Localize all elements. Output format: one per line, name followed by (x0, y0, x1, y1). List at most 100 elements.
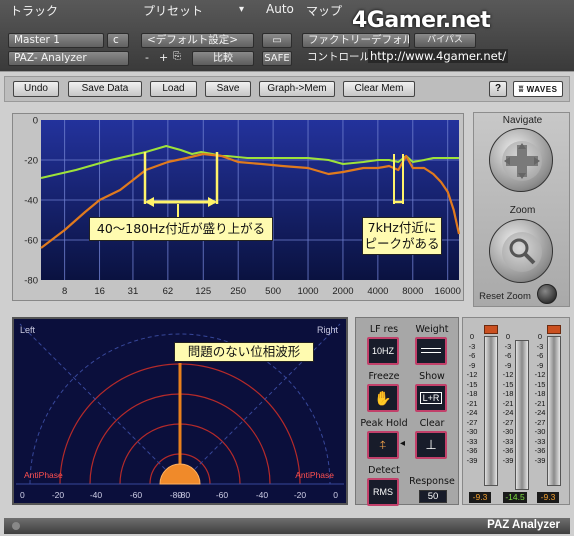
preset-menu-icon[interactable]: ▾ (239, 4, 244, 15)
clear-mem-button[interactable]: Clear Mem (343, 81, 415, 97)
antiphase-right-label: AntiPhase (295, 470, 334, 480)
phase-tick-label: 0 (20, 490, 25, 500)
phase-tick-label: -80 (178, 490, 191, 500)
freeze-label: Freeze (368, 371, 400, 382)
left-level-readout: -9.3 (469, 492, 491, 503)
phase-tick-label: -20 (294, 490, 307, 500)
phase-tick-label: -40 (90, 490, 103, 500)
x-tick-label: 16000 (435, 286, 461, 297)
show-label: Show (419, 371, 445, 382)
right-level-readout: -9.3 (537, 492, 559, 503)
save-button[interactable]: Save (205, 81, 251, 97)
reset-zoom-button[interactable] (537, 284, 557, 304)
load-button[interactable]: Load (150, 81, 197, 97)
right-peak-indicator (547, 325, 561, 334)
navigate-cross-icon (502, 141, 542, 181)
navigate-label: Navigate (502, 115, 543, 126)
meter-scale-tick: -21 (466, 398, 478, 408)
meter-scale-tick: -30 (466, 427, 478, 436)
x-tick-label: 62 (163, 286, 174, 297)
navigate-knob[interactable] (489, 128, 553, 192)
weight-label: Weight (415, 324, 449, 335)
plugin-title: PAZ Analyzer (487, 519, 560, 531)
meter-scale-tick: -12 (466, 370, 478, 379)
meter-scale-tick: -9 (536, 360, 544, 370)
preset-select[interactable]: <デフォルト設定> (141, 33, 254, 48)
frequency-graph[interactable]: 0 -20 -40 -60 -80 8 16 31 62 125 250 500 1000 2000 400… (13, 114, 465, 302)
center-level-readout: -14.5 (503, 492, 527, 503)
peak-hold-label: Peak Hold (360, 418, 408, 429)
zoom-knob[interactable] (489, 219, 553, 283)
watermark-logo: 4Gamer.net (352, 8, 491, 33)
meter-scale-tick: -36 (534, 446, 546, 455)
track-label: トラック (10, 4, 59, 18)
left-meter (484, 336, 498, 486)
left-peak-indicator (484, 325, 498, 334)
preset-prev-button[interactable]: - (145, 51, 149, 64)
x-tick-label: 31 (128, 286, 139, 297)
preset-copy-icon[interactable]: ⎘ (173, 51, 181, 62)
compare-button[interactable]: 比較 (192, 51, 254, 66)
meter-scale-tick: -18 (466, 389, 478, 398)
clear-label: Clear (419, 418, 445, 429)
track-select[interactable]: Master 1 (8, 33, 104, 48)
automation-icon[interactable]: ▭ (262, 33, 292, 48)
meter-scale-tick: -24 (502, 408, 514, 417)
factory-default-select[interactable]: ファクトリーデフォルト (302, 33, 410, 48)
response-field[interactable]: 50 (419, 490, 447, 503)
reset-zoom-label: Reset Zoom (479, 291, 531, 302)
lf-res-button[interactable]: 10HZ (367, 337, 399, 365)
antiphase-left-label: AntiPhase (24, 470, 63, 480)
weight-button[interactable] (415, 337, 447, 365)
magnifier-icon (502, 232, 542, 272)
help-button[interactable]: ? (489, 81, 507, 97)
bypass-button[interactable]: バイパス (414, 33, 476, 48)
waves-logo: ʬ WAVES (513, 81, 563, 97)
plugin-select[interactable]: PAZ- Analyzer (8, 51, 129, 66)
meter-scale-tick: -24 (534, 408, 546, 417)
x-tick-label: 4000 (367, 286, 388, 297)
meter-scale-tick: -33 (534, 436, 546, 446)
plugin-select-value: PAZ- Analyzer (14, 52, 87, 64)
meter-scale-tick: -9 (468, 360, 476, 370)
factory-default-value: ファクトリーデフォルト (308, 34, 409, 46)
track-channel-select[interactable]: c (107, 33, 129, 48)
weight-flat-icon (421, 348, 441, 353)
show-button[interactable]: L+R (415, 384, 447, 412)
undo-button[interactable]: Undo (13, 81, 59, 97)
phase-tick-label: -20 (52, 490, 65, 500)
paz-analyzer-plugin: Undo Save Data Load Save Graph->Mem Clea… (0, 71, 574, 536)
phase-center-blob (159, 463, 201, 485)
waves-brand-text: WAVES (526, 85, 558, 94)
left-axis-line (19, 323, 181, 485)
meter-scale-tick: -39 (502, 455, 514, 465)
right-meter (547, 336, 561, 486)
lf-res-label: LF res (369, 324, 399, 335)
map-label: マップ (306, 4, 343, 18)
phase-tick-label: -60 (216, 490, 229, 500)
x-tick-label: 125 (195, 286, 211, 297)
save-data-button[interactable]: Save Data (68, 81, 142, 97)
meter-scale-tick: 0 (505, 332, 511, 341)
clear-button[interactable]: ⊥ (415, 431, 447, 459)
peak-hold-button[interactable]: ⍏ (367, 431, 399, 459)
meter-scale-tick: -9 (504, 360, 512, 370)
graph-to-mem-button[interactable]: Graph->Mem (259, 81, 335, 97)
host-control-bar: トラック プリセット ▾ Auto マップ Master 1 c PAZ- An… (0, 0, 574, 71)
preset-next-button[interactable]: + (159, 51, 168, 64)
hand-icon: ✋ (374, 390, 392, 406)
freeze-button[interactable]: ✋ (367, 384, 399, 412)
phase-right-label: Right (317, 325, 339, 335)
meter-scale-tick: -33 (502, 436, 514, 446)
detect-button[interactable]: RMS (367, 478, 399, 506)
x-tick-label: 1000 (297, 286, 318, 297)
safe-button[interactable]: SAFE (262, 51, 292, 66)
peak-hold-arrow-icon: ◂ (400, 438, 406, 449)
phase-tick-label: 0 (333, 490, 338, 500)
meter-scale-right: 0 -3 -6 -9 -12 -15 -18 -21 -24 -27 -30 -33 -36 -39 (533, 332, 547, 465)
meter-scale-tick: -6 (504, 351, 512, 360)
phase-callout: 問題のない位相波形 (174, 342, 314, 362)
meter-scale-tick: -30 (502, 427, 514, 436)
bass-bump-callout: 40～180Hz付近が盛り上がる (89, 217, 273, 241)
phase-scope-panel: Left Right AntiPhase AntiPhase 0 -20 -40 -60 -80… (12, 317, 348, 505)
